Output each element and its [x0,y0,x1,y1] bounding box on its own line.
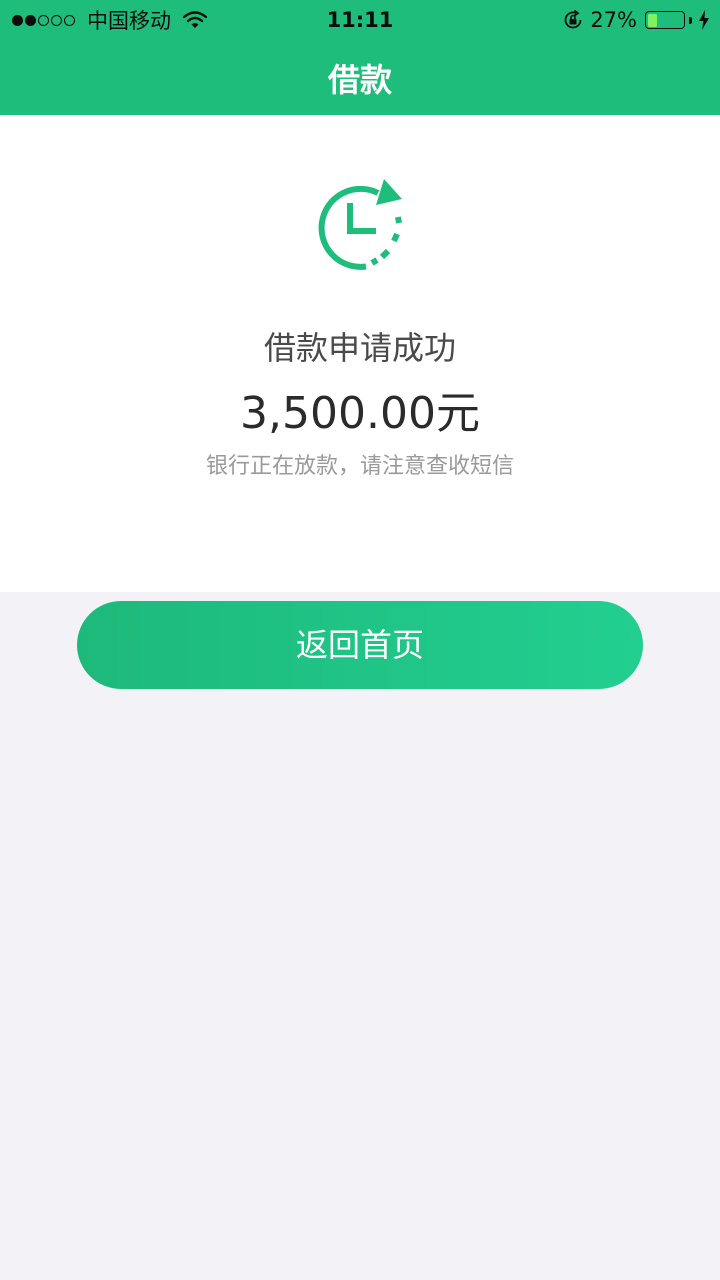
battery-percent: 27% [590,8,637,32]
nav-bar: 借款 [0,40,720,115]
battery-tip [689,16,692,24]
charging-icon [699,10,709,30]
loan-amount: 3,500.00元 [240,388,480,439]
status-bar: 中国移动 11:11 27% [0,0,720,40]
clock-refresh-icon [318,179,402,270]
rotation-lock-icon [564,9,582,29]
result-title: 借款申请成功 [263,329,456,367]
return-home-button[interactable]: 返回首页 [77,601,643,689]
status-right: 27% [562,0,710,40]
disbursement-hint: 银行正在放款，请注意查收短信 [205,454,514,479]
battery-level [647,13,657,27]
battery-icon [645,11,685,29]
page-title: 借款 [327,61,392,99]
result-card: 借款申请成功 3,500.00元 银行正在放款，请注意查收短信 [0,115,720,592]
